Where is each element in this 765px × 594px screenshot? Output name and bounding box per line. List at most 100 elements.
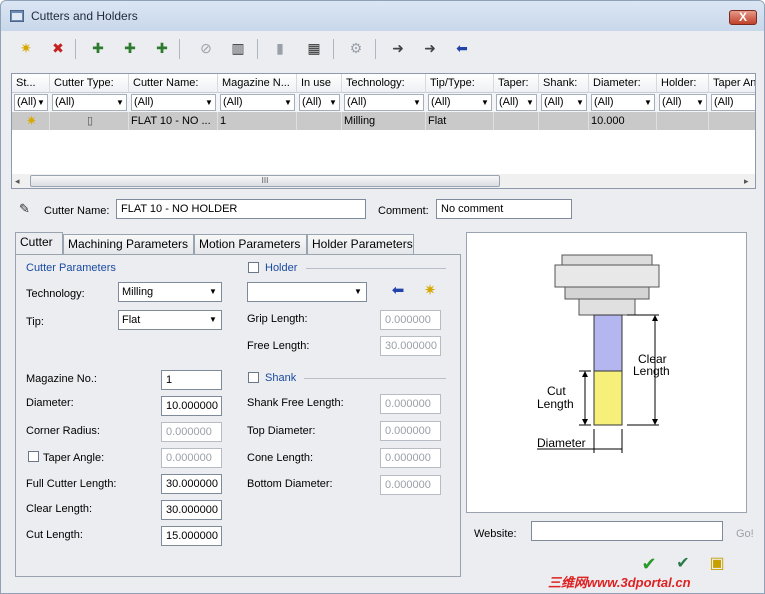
- holder-select[interactable]: ▼: [247, 282, 367, 302]
- col-header-magazine[interactable]: Magazine N...: [218, 74, 297, 93]
- table-row[interactable]: ✷ ▯ FLAT 10 - NO ... 1 Milling Flat 10.0…: [12, 112, 755, 130]
- top-diameter-field[interactable]: 0.000000: [380, 421, 441, 441]
- row-taper: [494, 112, 539, 130]
- chevron-down-icon: ▼: [644, 98, 652, 107]
- cut-length-text-2: Length: [537, 397, 574, 411]
- chevron-down-icon: ▼: [413, 98, 421, 107]
- technology-select[interactable]: Milling ▼: [118, 282, 222, 302]
- delete-cutter-icon[interactable]: ✖: [47, 37, 69, 59]
- tip-select[interactable]: Flat ▼: [118, 310, 222, 330]
- cutter-table: St... Cutter Type: Cutter Name: Magazine…: [11, 73, 756, 189]
- cut-length-field[interactable]: 15.000000: [161, 526, 222, 546]
- diameter-field[interactable]: 10.000000: [161, 396, 222, 416]
- shank-free-length-label: Shank Free Length:: [247, 397, 344, 409]
- new-holder-icon[interactable]: ✷: [420, 281, 440, 301]
- grip-length-field[interactable]: 0.000000: [380, 310, 441, 330]
- diameter-label: Diameter:: [26, 397, 74, 409]
- filter-value: (All): [662, 96, 682, 108]
- free-length-label: Free Length:: [247, 340, 310, 352]
- toolbar-separator: [333, 39, 334, 59]
- taper-angle-checkbox[interactable]: [28, 451, 39, 462]
- filter-holder[interactable]: (All) ▼: [659, 94, 707, 111]
- tab-motion-parameters[interactable]: Motion Parameters: [194, 234, 307, 254]
- bottom-diameter-field[interactable]: 0.000000: [380, 475, 441, 495]
- scroll-right-icon[interactable]: ▸: [744, 174, 749, 188]
- cutter-preview: Clear Length Cut Length Diameter: [466, 232, 747, 513]
- filter-cutter-type[interactable]: (All) ▼: [52, 94, 127, 111]
- col-header-holder[interactable]: Holder:: [657, 74, 709, 93]
- col-header-in-use[interactable]: In use: [297, 74, 342, 93]
- clear-length-field[interactable]: 30.000000: [161, 500, 222, 520]
- chevron-down-icon: ▼: [116, 98, 124, 107]
- move-next-icon[interactable]: ➜: [419, 37, 441, 59]
- free-length-field[interactable]: 30.000000: [380, 336, 441, 356]
- columns-icon[interactable]: ▥: [227, 37, 249, 59]
- filter-cutter-name[interactable]: (All) ▼: [131, 94, 216, 111]
- cutter-name-field[interactable]: FLAT 10 - NO HOLDER: [116, 199, 366, 219]
- col-header-diameter[interactable]: Diameter:: [589, 74, 657, 93]
- filter-tip-type[interactable]: (All) ▼: [428, 94, 492, 111]
- filter-taper-angle[interactable]: (All): [711, 94, 755, 111]
- taper-angle-field[interactable]: 0.000000: [161, 448, 222, 468]
- shank-heading: Shank: [265, 372, 297, 384]
- export-icon[interactable]: ▮: [269, 37, 291, 59]
- corner-radius-field[interactable]: 0.000000: [161, 422, 222, 442]
- filter-value: (All): [594, 96, 614, 108]
- go-link[interactable]: Go!: [736, 528, 754, 540]
- export-cutter-icon[interactable]: ▣: [707, 554, 727, 574]
- pick-holder-icon[interactable]: ⬅: [388, 281, 408, 301]
- move-left-icon[interactable]: ⬅: [451, 37, 473, 59]
- shank-checkbox[interactable]: [248, 372, 259, 383]
- watermark-text: 三维网www.3dportal.cn: [548, 575, 691, 590]
- filter-diameter[interactable]: (All) ▼: [591, 94, 655, 111]
- ok-check-icon[interactable]: ✔: [639, 554, 659, 574]
- toolbar-separator: [257, 39, 258, 59]
- status-star-icon: ✷: [12, 112, 50, 130]
- new-cutter-icon[interactable]: ✷: [15, 37, 37, 59]
- add-holder-icon[interactable]: ✚: [119, 37, 141, 59]
- tab-cutter[interactable]: Cutter: [15, 232, 63, 255]
- holder-flange: [564, 286, 650, 300]
- tab-machining-parameters[interactable]: Machining Parameters: [63, 234, 194, 254]
- add-cutter-icon[interactable]: ✚: [87, 37, 109, 59]
- full-cutter-length-field[interactable]: 30.000000: [161, 474, 222, 494]
- tip-value: Flat: [122, 314, 141, 326]
- comment-label: Comment:: [378, 205, 429, 217]
- col-header-status[interactable]: St...: [12, 74, 50, 93]
- filter-shank[interactable]: (All) ▼: [541, 94, 587, 111]
- add-assembly-icon[interactable]: ✚: [151, 37, 173, 59]
- col-header-technology[interactable]: Technology:: [342, 74, 426, 93]
- col-header-shank[interactable]: Shank:: [539, 74, 589, 93]
- shank-divider: [304, 378, 446, 379]
- move-right-icon[interactable]: ➜: [387, 37, 409, 59]
- chevron-down-icon: ▼: [576, 98, 584, 107]
- import-icon[interactable]: ▦: [303, 37, 325, 59]
- holder-checkbox[interactable]: [248, 262, 259, 273]
- scroll-left-icon[interactable]: ◂: [15, 174, 20, 188]
- filter-clear-icon[interactable]: ⊘: [195, 37, 217, 59]
- col-header-cutter-type[interactable]: Cutter Type:: [50, 74, 129, 93]
- tab-holder-parameters[interactable]: Holder Parameters: [307, 234, 414, 254]
- row-magazine: 1: [218, 112, 297, 130]
- filter-technology[interactable]: (All) ▼: [344, 94, 424, 111]
- website-field[interactable]: [531, 521, 723, 541]
- filter-in-use[interactable]: (All) ▼: [299, 94, 340, 111]
- horizontal-scrollbar[interactable]: ◂ III ▸: [12, 174, 755, 188]
- filter-magazine[interactable]: (All) ▼: [220, 94, 295, 111]
- col-header-taper-angle[interactable]: Taper An: [709, 74, 755, 93]
- scroll-thumb[interactable]: III: [30, 175, 500, 187]
- filter-taper[interactable]: (All) ▼: [496, 94, 537, 111]
- apply-icon[interactable]: ✔: [673, 554, 693, 574]
- col-header-tip-type[interactable]: Tip/Type:: [426, 74, 494, 93]
- col-header-cutter-name[interactable]: Cutter Name:: [129, 74, 218, 93]
- technology-label: Technology:: [26, 288, 85, 300]
- comment-field[interactable]: No comment: [436, 199, 572, 219]
- col-header-taper[interactable]: Taper:: [494, 74, 539, 93]
- shank-free-length-field[interactable]: 0.000000: [380, 394, 441, 414]
- cone-length-field[interactable]: 0.000000: [380, 448, 441, 468]
- close-button[interactable]: X: [729, 10, 757, 25]
- filter-status[interactable]: (All) ▼: [14, 94, 48, 111]
- library-icon[interactable]: ⚙: [345, 37, 367, 59]
- magazine-field[interactable]: 1: [161, 370, 222, 390]
- toolbar-separator: [179, 39, 180, 59]
